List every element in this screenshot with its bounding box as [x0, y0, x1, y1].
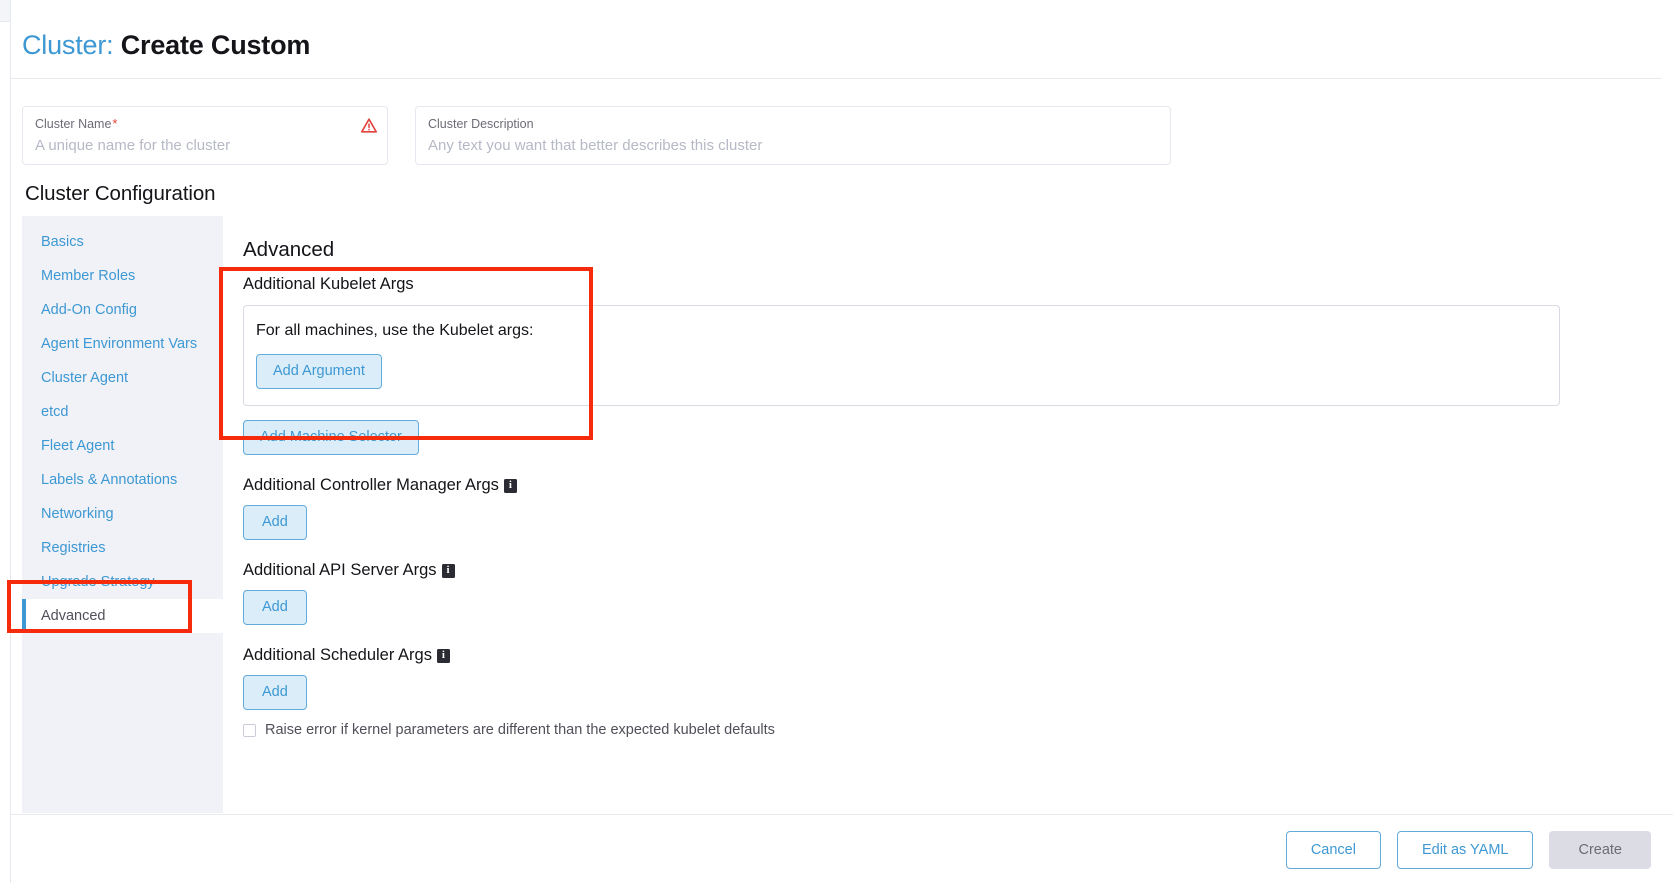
footer-actions: Cancel Edit as YAML Create — [1285, 831, 1651, 869]
additional-api-server-args-section: Additional API Server Args Add — [243, 558, 1640, 625]
sidebar-item-label: Agent Environment Vars — [41, 336, 198, 352]
add-machine-selector-button[interactable]: Add Machine Selector — [243, 420, 419, 455]
kernel-parameters-checkbox-row[interactable]: Raise error if kernel parameters are dif… — [243, 721, 775, 739]
add-button-additional-controller-manager-args[interactable]: Add — [243, 505, 307, 540]
kernel-parameters-checkbox[interactable] — [243, 723, 256, 737]
sidebar-item-label: Labels & Annotations — [41, 472, 178, 488]
sidebar-item-agent-environment-vars[interactable]: Agent Environment Vars — [22, 327, 223, 361]
sidebar-item-fleet-agent[interactable]: Fleet Agent — [22, 429, 223, 463]
sidebar-item-label: Advanced — [41, 608, 106, 624]
info-icon[interactable] — [436, 648, 450, 663]
additional-kubelet-args-section: Additional Kubelet Args For all machines… — [243, 272, 1640, 455]
page-title-name: Create Custom — [120, 30, 311, 60]
sidebar-item-upgrade-strategy[interactable]: Upgrade Strategy — [22, 565, 223, 599]
info-icon[interactable] — [503, 478, 517, 493]
cluster-configuration-title: Cluster Configuration — [25, 182, 216, 205]
left-gutter-top — [0, 0, 11, 22]
cluster-description-field[interactable]: Cluster Description Any text you want th… — [415, 106, 1171, 165]
machine-selector-box: For all machines, use the Kubelet args: … — [243, 305, 1560, 406]
page-title-kind: Cluster: — [22, 30, 114, 60]
kernel-parameters-label: Raise error if kernel parameters are dif… — [265, 722, 775, 738]
advanced-panel: Advanced Additional Kubelet Args For all… — [223, 216, 1662, 813]
machine-selector-text: For all machines, use the Kubelet args: — [256, 322, 534, 339]
left-gutter — [0, 0, 11, 883]
sidebar-item-advanced[interactable]: Advanced — [22, 599, 223, 633]
page-footer: Cancel Edit as YAML Create — [11, 814, 1673, 883]
additional-scheduler-args-heading-text: Additional Scheduler Args — [243, 646, 432, 664]
cancel-button[interactable]: Cancel — [1285, 831, 1381, 869]
edit-as-yaml-button[interactable]: Edit as YAML — [1396, 831, 1534, 869]
sidebar-item-member-roles[interactable]: Member Roles — [22, 259, 223, 293]
cluster-name-input[interactable]: A unique name for the cluster — [35, 135, 375, 157]
additional-api-server-args-heading: Additional API Server Args — [243, 558, 1640, 582]
sidebar-item-basics[interactable]: Basics — [22, 225, 223, 259]
sidebar-item-registries[interactable]: Registries — [22, 531, 223, 565]
sidebar-item-label: Upgrade Strategy — [41, 574, 155, 590]
additional-controller-manager-args-section: Additional Controller Manager Args Add — [243, 473, 1640, 540]
header-divider — [11, 78, 1662, 79]
sidebar-item-label: etcd — [41, 404, 69, 420]
additional-kubelet-args-heading: Additional Kubelet Args — [243, 272, 1640, 296]
additional-controller-manager-args-heading: Additional Controller Manager Args — [243, 473, 1640, 497]
config-sidebar: Basics Member Roles Add-On Config Agent Env… — [22, 216, 223, 813]
cluster-description-label: Cluster Description — [428, 117, 534, 131]
sidebar-item-label: Fleet Agent — [41, 438, 115, 454]
cluster-name-field[interactable]: Cluster Name* A unique name for the clus… — [22, 106, 388, 165]
create-custom-cluster-page: Cluster: Create Custom Cluster Name* A u… — [0, 0, 1673, 883]
additional-kubelet-args-heading-text: Additional Kubelet Args — [243, 275, 414, 293]
cluster-description-input[interactable]: Any text you want that better describes … — [428, 135, 1158, 157]
panel-title: Advanced — [243, 238, 335, 261]
sidebar-item-label: Member Roles — [41, 268, 136, 284]
sidebar-item-networking[interactable]: Networking — [22, 497, 223, 531]
sidebar-item-label: Cluster Agent — [41, 370, 129, 386]
additional-scheduler-args-section: Additional Scheduler Args Add — [243, 643, 1640, 710]
cluster-name-label-text: Cluster Name — [35, 117, 112, 131]
sidebar-item-cluster-agent[interactable]: Cluster Agent — [22, 361, 223, 395]
add-button-additional-api-server-args[interactable]: Add — [243, 590, 307, 625]
warning-triangle-icon — [361, 118, 377, 133]
cluster-configuration-body: Basics Member Roles Add-On Config Agent Env… — [22, 216, 1662, 813]
page-title: Cluster: Create Custom — [22, 28, 1673, 62]
info-icon[interactable] — [441, 563, 455, 578]
sidebar-item-labels-annotations[interactable]: Labels & Annotations — [22, 463, 223, 497]
additional-args-sections: Additional Controller Manager ArgsAddAdd… — [243, 473, 1640, 710]
page-header: Cluster: Create Custom — [11, 0, 1673, 62]
add-argument-button[interactable]: Add Argument — [256, 354, 382, 389]
sidebar-item-label: Registries — [41, 540, 106, 556]
sidebar-item-label: Networking — [41, 506, 114, 522]
sidebar-item-label: Add-On Config — [41, 302, 137, 318]
create-button[interactable]: Create — [1549, 831, 1651, 869]
sidebar-item-label: Basics — [41, 234, 84, 250]
sidebar-item-add-on-config[interactable]: Add-On Config — [22, 293, 223, 327]
required-marker: * — [112, 116, 118, 131]
additional-controller-manager-args-heading-text: Additional Controller Manager Args — [243, 476, 499, 494]
add-button-additional-scheduler-args[interactable]: Add — [243, 675, 307, 710]
additional-scheduler-args-heading: Additional Scheduler Args — [243, 643, 1640, 667]
cluster-identity-row: Cluster Name* A unique name for the clus… — [22, 106, 1662, 165]
cluster-name-label: Cluster Name* — [35, 116, 375, 132]
sidebar-item-etcd[interactable]: etcd — [22, 395, 223, 429]
additional-api-server-args-heading-text: Additional API Server Args — [243, 561, 437, 579]
